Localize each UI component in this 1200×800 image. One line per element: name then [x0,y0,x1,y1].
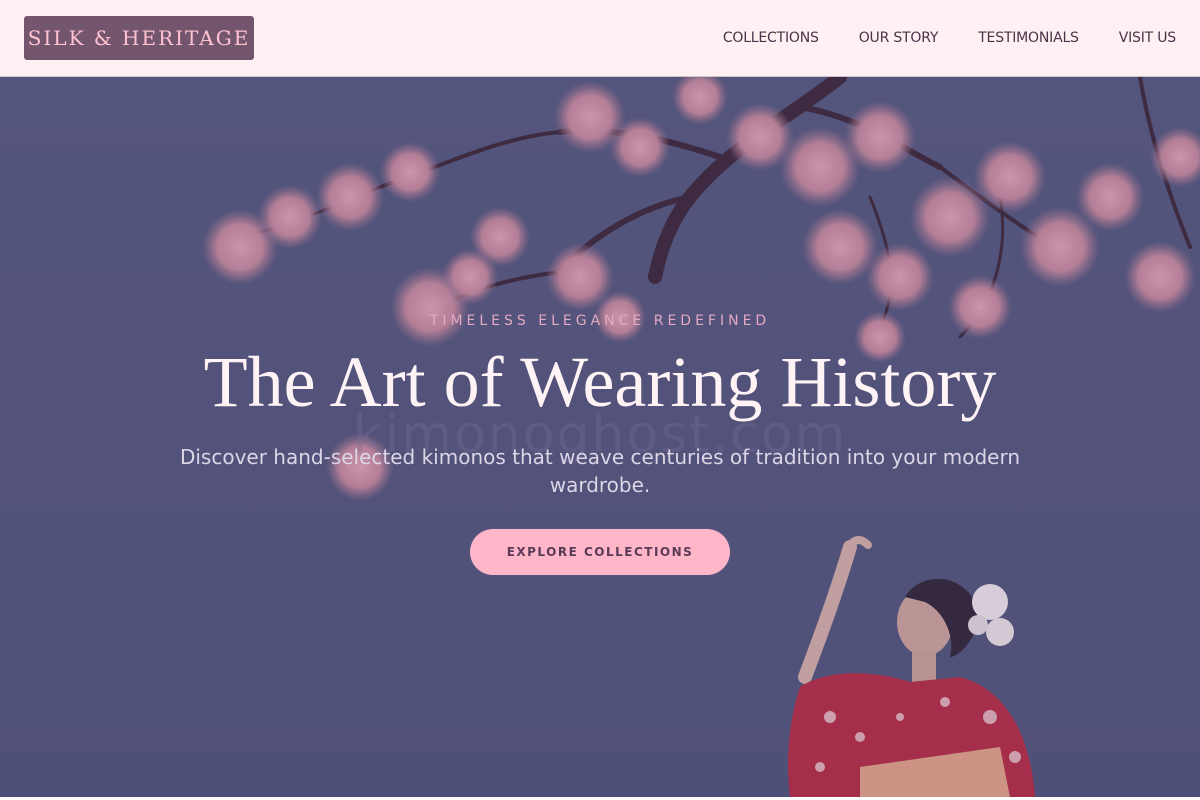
hero-headline: The Art of Wearing History [203,342,997,422]
brand-logo[interactable]: SILK & HERITAGE [24,16,254,60]
explore-collections-button[interactable]: EXPLORE COLLECTIONS [470,529,730,575]
nav-link-testimonials[interactable]: TESTIMONIALS [978,30,1079,46]
main-nav: COLLECTIONS OUR STORY TESTIMONIALS VISIT… [723,30,1176,46]
hero-section: TIMELESS ELEGANCE REDEFINED kimonoghost.… [0,77,1200,797]
hero-eyebrow: TIMELESS ELEGANCE REDEFINED [429,313,771,329]
hero-subtitle: Discover hand-selected kimonos that weav… [179,445,1021,497]
nav-link-collections[interactable]: COLLECTIONS [723,30,819,46]
nav-link-our-story[interactable]: OUR STORY [859,30,939,46]
brand-logo-text: SILK & HERITAGE [27,26,251,50]
nav-link-visit-us[interactable]: VISIT US [1119,30,1176,46]
site-header: SILK & HERITAGE COLLECTIONS OUR STORY TE… [0,0,1200,77]
